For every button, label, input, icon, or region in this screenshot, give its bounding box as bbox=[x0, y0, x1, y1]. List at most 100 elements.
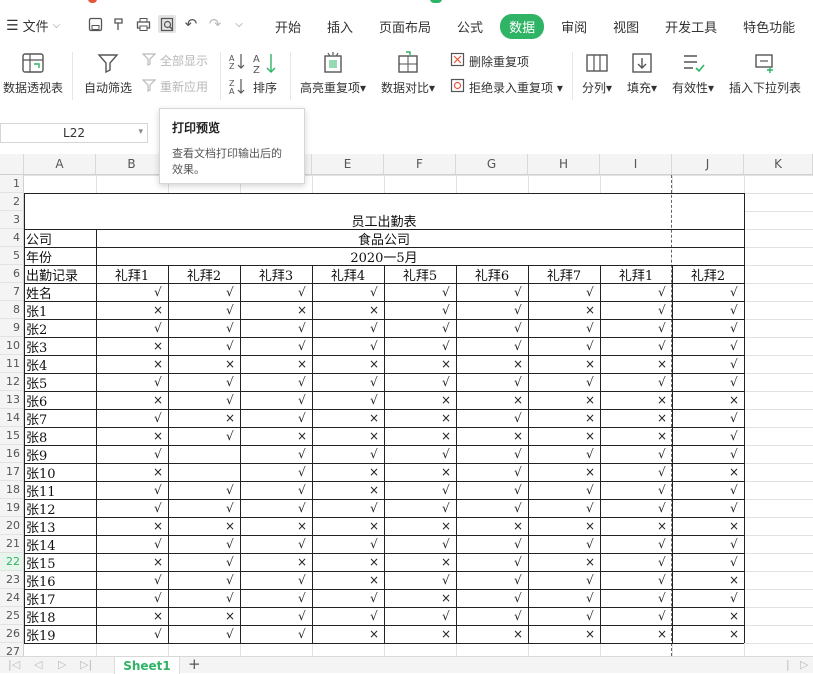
validity-button[interactable]: 有效性▾ bbox=[672, 50, 714, 96]
employee-name: 张5 bbox=[26, 376, 48, 392]
show-all-button[interactable]: 全部显示 bbox=[141, 52, 208, 69]
reject-duplicates-button[interactable]: 拒绝录入重复项 ▾ bbox=[450, 78, 563, 96]
file-menu[interactable]: ☰ 文件 ⌵ bbox=[6, 16, 60, 36]
insert-dropdown-list-button[interactable]: 插入下拉列表 bbox=[729, 50, 801, 96]
save-icon[interactable] bbox=[86, 15, 104, 33]
check-mark-icon: √ bbox=[658, 321, 666, 335]
print-icon[interactable] bbox=[134, 15, 152, 33]
row-header[interactable]: 23 bbox=[0, 571, 24, 589]
row-header[interactable]: 19 bbox=[0, 499, 24, 517]
undo-icon[interactable]: ↶ bbox=[182, 15, 200, 33]
split-column-button[interactable]: 分列▾ bbox=[582, 50, 612, 96]
row-header[interactable]: 3 bbox=[0, 211, 24, 229]
fill-button[interactable]: 填充▾ bbox=[627, 50, 657, 96]
row-header[interactable]: 4 bbox=[0, 229, 24, 247]
row-header[interactable]: 15 bbox=[0, 427, 24, 445]
data-compare-icon bbox=[396, 50, 420, 76]
row-header[interactable]: 1 bbox=[0, 175, 24, 193]
row-header[interactable]: 18 bbox=[0, 481, 24, 499]
menu-bar: ☰ 文件 ⌵ ↶ ↷ ⌵ 开始 插入 页面布局 公式 数据 审阅 视图 开发工具… bbox=[0, 4, 813, 46]
first-sheet-icon[interactable]: |◁ bbox=[8, 658, 20, 671]
row-header[interactable]: 27 bbox=[0, 643, 24, 656]
last-sheet-icon[interactable]: ▷| bbox=[80, 658, 92, 671]
row-header[interactable]: 25 bbox=[0, 607, 24, 625]
highlight-duplicates-button[interactable]: 高亮重复项▾ bbox=[300, 50, 366, 96]
check-mark-icon: √ bbox=[514, 573, 522, 587]
row-header[interactable]: 22 bbox=[0, 553, 24, 571]
column-header[interactable]: A bbox=[24, 154, 96, 175]
check-mark-icon: √ bbox=[658, 591, 666, 605]
row-header[interactable]: 20 bbox=[0, 517, 24, 535]
ribbon-divider bbox=[290, 52, 291, 100]
row-header[interactable]: 5 bbox=[0, 247, 24, 265]
row-header[interactable]: 14 bbox=[0, 409, 24, 427]
row-header[interactable]: 7 bbox=[0, 283, 24, 301]
row-header[interactable]: 6 bbox=[0, 265, 24, 283]
next-sheet-icon[interactable]: ▷ bbox=[58, 658, 66, 671]
column-header[interactable]: K bbox=[744, 154, 813, 175]
name-box[interactable]: L22 ▾ bbox=[0, 123, 148, 143]
column-header[interactable]: B bbox=[96, 154, 168, 175]
check-mark-icon: √ bbox=[658, 609, 666, 623]
tab-data[interactable]: 数据 bbox=[500, 14, 545, 39]
tab-insert[interactable]: 插入 bbox=[314, 14, 366, 39]
row-header[interactable]: 8 bbox=[0, 301, 24, 319]
row-header[interactable]: 2 bbox=[0, 193, 24, 211]
row-header[interactable]: 16 bbox=[0, 445, 24, 463]
prev-sheet-icon[interactable]: ◁ bbox=[34, 658, 42, 671]
scroll-left-icon[interactable]: | bbox=[786, 658, 790, 671]
row-header[interactable]: 9 bbox=[0, 319, 24, 337]
employee-name: 张6 bbox=[26, 394, 48, 410]
tab-formulas[interactable]: 公式 bbox=[444, 14, 496, 39]
select-all-corner[interactable] bbox=[0, 154, 24, 175]
remove-duplicates-icon bbox=[450, 52, 465, 70]
spreadsheet-grid[interactable]: ABCDEFGHIJK12345678910111213141516171819… bbox=[0, 154, 813, 656]
sheet-tab[interactable]: Sheet1 bbox=[114, 657, 180, 674]
sort-button[interactable]: AZ 排序 bbox=[252, 50, 278, 96]
tab-features[interactable]: 特色功能 bbox=[730, 14, 808, 39]
column-header[interactable]: H bbox=[528, 154, 600, 175]
tab-page-layout[interactable]: 页面布局 bbox=[366, 14, 444, 39]
auto-filter-button[interactable]: 自动筛选 bbox=[84, 50, 132, 96]
sort-ascending-icon[interactable]: AZ bbox=[228, 52, 246, 73]
tab-home[interactable]: 开始 bbox=[262, 14, 314, 39]
check-mark-icon: √ bbox=[514, 285, 522, 299]
more-icon[interactable]: ⌵ bbox=[230, 15, 248, 33]
row-header[interactable]: 21 bbox=[0, 535, 24, 553]
show-all-icon bbox=[141, 52, 157, 69]
tab-developer[interactable]: 开发工具 bbox=[652, 14, 730, 39]
check-mark-icon: √ bbox=[442, 501, 450, 515]
row-header[interactable]: 12 bbox=[0, 373, 24, 391]
remove-duplicates-button[interactable]: 删除重复项 bbox=[450, 52, 529, 70]
check-mark-icon: √ bbox=[442, 339, 450, 353]
sort-descending-icon[interactable]: ZA bbox=[228, 77, 246, 98]
check-mark-icon: √ bbox=[514, 609, 522, 623]
data-compare-button[interactable]: 数据对比▾ bbox=[381, 50, 435, 96]
column-header[interactable]: F bbox=[384, 154, 456, 175]
column-header[interactable]: J bbox=[672, 154, 744, 175]
cross-mark-icon: × bbox=[153, 393, 164, 407]
redo-icon[interactable]: ↷ bbox=[206, 15, 224, 33]
row-header[interactable]: 26 bbox=[0, 625, 24, 643]
formula-bar: L22 ▾ bbox=[0, 118, 813, 148]
column-header[interactable]: G bbox=[456, 154, 528, 175]
pivot-table-button[interactable]: 数据透视表 bbox=[3, 50, 63, 96]
row-header[interactable]: 17 bbox=[0, 463, 24, 481]
print-preview-icon[interactable] bbox=[158, 15, 176, 33]
cross-mark-icon: × bbox=[297, 357, 308, 371]
scroll-right-icon[interactable]: ▷ bbox=[800, 658, 808, 671]
row-header[interactable]: 24 bbox=[0, 589, 24, 607]
row-header[interactable]: 10 bbox=[0, 337, 24, 355]
column-header[interactable]: E bbox=[312, 154, 384, 175]
tab-review[interactable]: 审阅 bbox=[548, 14, 600, 39]
add-sheet-icon[interactable]: + bbox=[188, 655, 201, 673]
cross-mark-icon: × bbox=[297, 303, 308, 317]
column-header[interactable]: I bbox=[600, 154, 672, 175]
tab-view[interactable]: 视图 bbox=[600, 14, 652, 39]
row-header[interactable]: 11 bbox=[0, 355, 24, 373]
format-painter-icon[interactable] bbox=[110, 15, 128, 33]
row-header[interactable]: 13 bbox=[0, 391, 24, 409]
check-mark-icon: √ bbox=[154, 501, 162, 515]
reapply-button[interactable]: 重新应用 bbox=[141, 78, 208, 95]
cross-mark-icon: × bbox=[225, 519, 236, 533]
